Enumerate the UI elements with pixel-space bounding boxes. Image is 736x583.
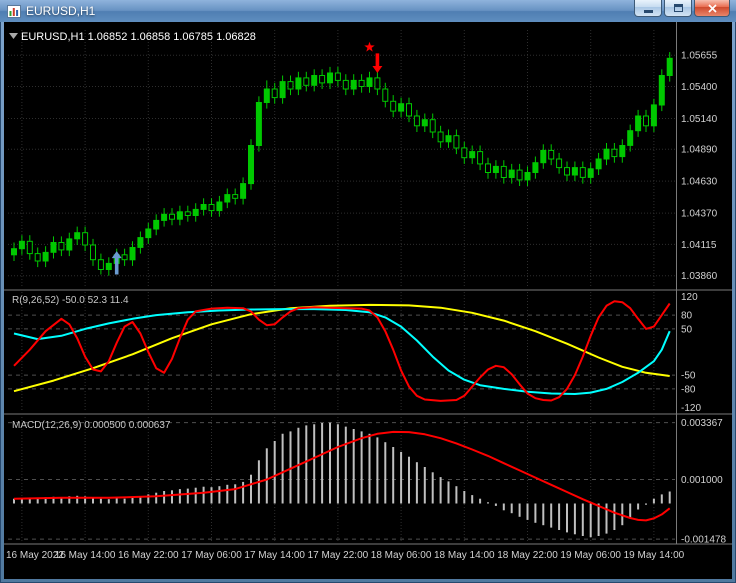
minimize-icon bbox=[643, 10, 653, 13]
price-axis-label: 1.04890 bbox=[681, 145, 718, 156]
macd-axis-label: 0.003367 bbox=[681, 418, 723, 429]
chart-window-icon bbox=[7, 4, 21, 18]
macd-title: MACD(12,26,9) 0.000500 0.000637 bbox=[12, 420, 171, 431]
chart-canvas[interactable]: 1.05655 1.05400 1.05140 1.04890 1.04630 1.043… bbox=[4, 22, 732, 579]
price-axis-label: 1.04630 bbox=[681, 177, 718, 188]
time-axis-label: 18 May 06:00 bbox=[371, 550, 432, 561]
chart-window: EURUSD,H1 1.05655 1.05400 1.05140 1.04890 1.… bbox=[0, 0, 736, 583]
oscillator-axis-label: -80 bbox=[681, 384, 696, 395]
restore-button[interactable] bbox=[664, 0, 692, 17]
oscillator-axis-label: -50 bbox=[681, 371, 696, 382]
price-axis-label: 1.03860 bbox=[681, 271, 718, 282]
time-axis-label: 19 May 06:00 bbox=[560, 550, 621, 561]
oscillator-axis-label: -120 bbox=[681, 403, 701, 414]
macd-axis-label: 0.001000 bbox=[681, 475, 723, 486]
time-axis-label: 16 May 22:00 bbox=[118, 550, 179, 561]
chart-title-ohlc: EURUSD,H1 1.06852 1.06858 1.06785 1.0682… bbox=[21, 31, 256, 43]
window-title: EURUSD,H1 bbox=[26, 4, 96, 18]
window-titlebar[interactable]: EURUSD,H1 bbox=[0, 0, 736, 22]
restore-icon bbox=[673, 4, 683, 12]
chart-area: 1.05655 1.05400 1.05140 1.04890 1.04630 1.043… bbox=[4, 22, 732, 579]
time-axis-label: 19 May 14:00 bbox=[624, 550, 685, 561]
time-axis-label: 18 May 22:00 bbox=[497, 550, 558, 561]
time-axis-label: 17 May 14:00 bbox=[244, 550, 305, 561]
macd-axis-label: -0.001478 bbox=[681, 535, 726, 546]
oscillator-title: R(9,26,52) -50.0 52.3 11.4 bbox=[12, 295, 129, 306]
minimize-button[interactable] bbox=[634, 0, 662, 17]
oscillator-axis-label: 50 bbox=[681, 324, 693, 335]
close-button[interactable] bbox=[694, 0, 730, 17]
price-axis-label: 1.05400 bbox=[681, 82, 718, 93]
price-axis-label: 1.05655 bbox=[681, 51, 718, 62]
window-controls bbox=[632, 0, 736, 17]
price-axis-label: 1.05140 bbox=[681, 114, 718, 125]
time-axis-label: 17 May 06:00 bbox=[181, 550, 242, 561]
time-axis-label: 18 May 14:00 bbox=[434, 550, 495, 561]
time-axis-label: 17 May 22:00 bbox=[308, 550, 369, 561]
close-icon bbox=[707, 3, 717, 13]
time-axis: 16 May 202216 May 14:00 16 May 22:00 17 Ma… bbox=[6, 550, 685, 561]
time-axis-label: 16 May 14:00 bbox=[55, 550, 116, 561]
oscillator-axis-label: 80 bbox=[681, 311, 693, 322]
oscillator-axis-label: 120 bbox=[681, 292, 698, 303]
price-axis-label: 1.04115 bbox=[681, 240, 717, 251]
price-axis-label: 1.04370 bbox=[681, 209, 718, 220]
